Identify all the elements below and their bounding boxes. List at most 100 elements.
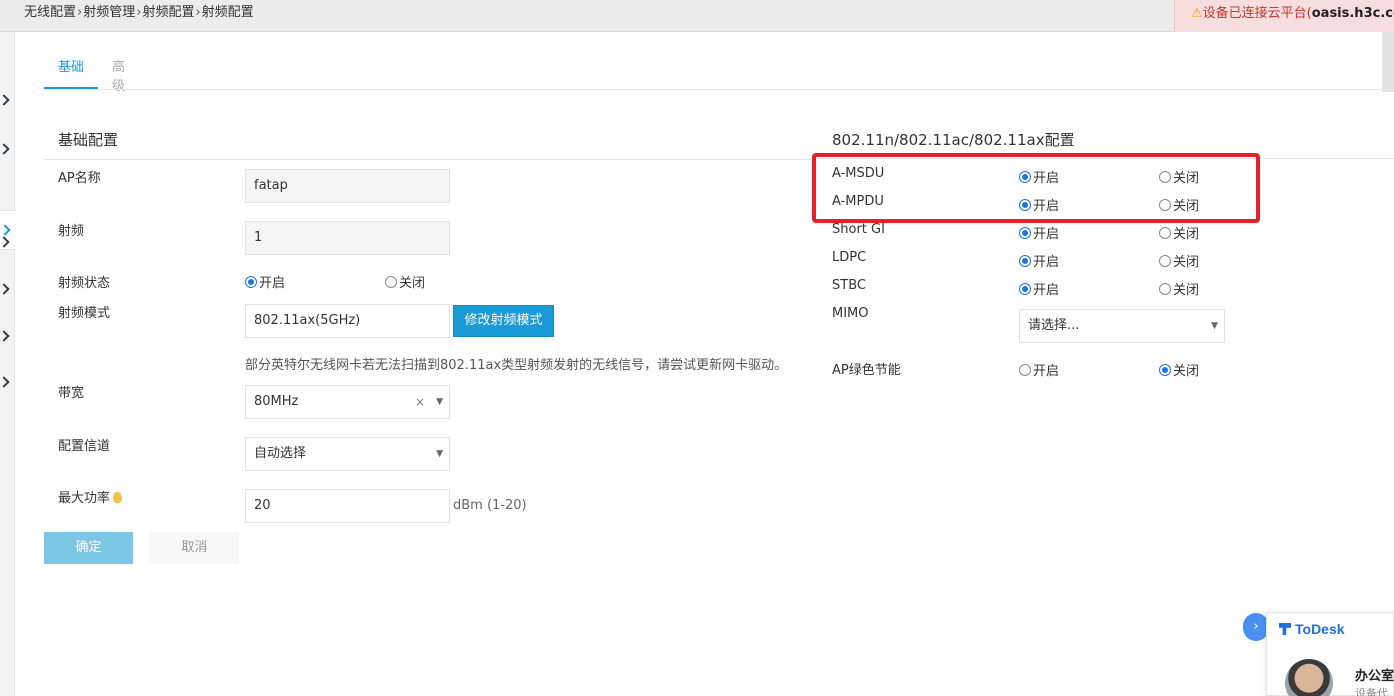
section-title-n: 802.11n/802.11ac/802.11ax配置 <box>832 131 1075 149</box>
radio-checked-icon[interactable] <box>1159 363 1171 376</box>
radio-unchecked-icon[interactable] <box>1159 282 1171 295</box>
max-power-label: 最大功率 <box>58 487 123 506</box>
tabs-divider <box>44 89 1394 90</box>
radio-checked-icon[interactable] <box>1019 254 1031 267</box>
breadcrumb-separator-icon: › <box>136 5 142 20</box>
breadcrumb-item-current: 射频配置 <box>201 5 254 20</box>
channel-select[interactable]: 自动选择 ▼ <box>245 437 450 471</box>
ldpc-off[interactable]: 关闭 <box>1159 251 1199 270</box>
breadcrumb-separator-icon: › <box>195 5 201 20</box>
off-label: 关闭 <box>1173 255 1200 270</box>
max-power-label-text: 最大功率 <box>58 491 111 506</box>
off-label: 关闭 <box>1173 364 1200 379</box>
short-gi-label: Short GI <box>832 222 885 237</box>
chevron-right-icon[interactable] <box>0 94 10 106</box>
radio-unchecked-icon[interactable] <box>1159 254 1171 267</box>
bandwidth-label: 带宽 <box>58 386 85 401</box>
chevron-right-icon[interactable] <box>0 143 10 155</box>
breadcrumb-item[interactable]: 射频管理 <box>83 5 135 20</box>
unit-label: dBm <box>453 498 483 513</box>
green-label: AP绿色节能 <box>832 363 901 378</box>
section-divider <box>44 159 814 160</box>
radio-status-label: 射频状态 <box>58 276 111 291</box>
on-label: 开启 <box>1033 283 1060 298</box>
ap-name-label: AP名称 <box>58 171 101 186</box>
chevron-right-icon <box>0 224 11 236</box>
off-label: 关闭 <box>1173 227 1200 242</box>
stbc-off[interactable]: 关闭 <box>1159 279 1199 298</box>
max-power-unit: dBm (1-20) <box>453 498 527 513</box>
todesk-logo: ToDesk <box>1279 621 1345 637</box>
green-off[interactable]: 关闭 <box>1159 360 1199 379</box>
cancel-button[interactable]: 取消 <box>150 532 239 564</box>
ap-name-field[interactable]: fatap <box>245 169 450 203</box>
caret-down-icon: ▼ <box>436 449 443 459</box>
tab-advanced[interactable]: 高级 <box>112 56 125 106</box>
bandwidth-value: 80MHz <box>254 394 299 409</box>
clear-icon[interactable]: × <box>415 386 425 418</box>
driver-hint: 部分英特尔无线网卡若无法扫描到802.11ax类型射频发射的无线信号，请尝试更新… <box>245 358 788 373</box>
breadcrumb-item[interactable]: 射频配置 <box>142 5 194 20</box>
lightbulb-icon[interactable] <box>113 492 123 503</box>
max-power-input[interactable]: 20 <box>245 489 450 523</box>
confirm-button[interactable]: 确定 <box>44 532 133 564</box>
on-label: 开启 <box>1033 255 1060 270</box>
radio-mode-field: 802.11ax(5GHz) <box>245 304 450 338</box>
breadcrumb-separator-icon: › <box>77 5 83 20</box>
breadcrumb-item[interactable]: 无线配置 <box>24 5 76 20</box>
todesk-title: 办公室 <box>1355 669 1394 684</box>
radio-status-on-label: 开启 <box>259 276 286 291</box>
todesk-subtitle: 设备代 <box>1355 687 1388 696</box>
stbc-label: STBC <box>832 278 866 293</box>
breadcrumb: 无线配置›射频管理›射频配置›射频配置 <box>24 1 254 20</box>
todesk-logo-icon <box>1279 623 1291 635</box>
mimo-select[interactable]: 请选择... ▼ <box>1019 309 1225 343</box>
caret-down-icon: ▼ <box>1211 321 1218 331</box>
radio-unchecked-icon[interactable] <box>1019 363 1031 376</box>
radio-status-off-label: 关闭 <box>399 276 426 291</box>
scrollbar[interactable] <box>1382 32 1394 92</box>
todesk-brand: ToDesk <box>1295 621 1345 637</box>
on-label: 开启 <box>1033 364 1060 379</box>
ldpc-label: LDPC <box>832 250 867 265</box>
radio-checked-icon[interactable] <box>1019 282 1031 295</box>
short-gi-off[interactable]: 关闭 <box>1159 223 1199 242</box>
green-on[interactable]: 开启 <box>1019 360 1059 379</box>
off-label: 关闭 <box>1173 283 1200 298</box>
radio-checked-icon[interactable] <box>1019 226 1031 239</box>
bandwidth-select[interactable]: 80MHz × ▼ <box>245 385 450 419</box>
on-label: 开启 <box>1033 227 1060 242</box>
warning-icon: ⚠ <box>1191 6 1203 21</box>
todesk-panel: ToDesk 办公室 设备代 <box>1266 612 1394 696</box>
modify-radio-mode-button[interactable]: 修改射频模式 <box>453 305 554 337</box>
cloud-host[interactable]: oasis.h3c.com <box>1312 6 1394 21</box>
mimo-placeholder: 请选择... <box>1028 318 1080 333</box>
red-highlight-annotation <box>812 153 1260 223</box>
top-bar: 无线配置›射频管理›射频配置›射频配置 ⚠设备已连接云平台(oasis.h3c.… <box>0 0 1394 32</box>
cloud-status-banner: ⚠设备已连接云平台(oasis.h3c.com <box>1174 0 1394 32</box>
radio-unchecked-icon[interactable] <box>385 275 397 288</box>
stbc-on[interactable]: 开启 <box>1019 279 1059 298</box>
radio-status-off[interactable]: 关闭 <box>385 272 425 291</box>
radio-unchecked-icon[interactable] <box>1159 226 1171 239</box>
radio-label: 射频 <box>58 224 85 239</box>
radio-status-on[interactable]: 开启 <box>245 272 285 291</box>
channel-value: 自动选择 <box>254 446 307 461</box>
radio-mode-label: 射频模式 <box>58 306 111 321</box>
mimo-label: MIMO <box>832 306 869 321</box>
cloud-status-text: 设备已连接云平台( <box>1202 6 1312 21</box>
caret-down-icon: ▼ <box>436 397 443 407</box>
section-title-basic: 基础配置 <box>58 131 119 149</box>
chevron-right-icon[interactable] <box>0 330 10 342</box>
radio-field[interactable]: 1 <box>245 221 450 255</box>
short-gi-on[interactable]: 开启 <box>1019 223 1059 242</box>
left-nav-rail <box>0 32 16 696</box>
tab-basic[interactable]: 基础 <box>44 56 98 90</box>
radio-checked-icon[interactable] <box>245 275 257 288</box>
channel-label: 配置信道 <box>58 439 111 454</box>
ldpc-on[interactable]: 开启 <box>1019 251 1059 270</box>
range-label: (1-20) <box>486 498 527 513</box>
avatar <box>1285 659 1333 696</box>
chevron-right-icon[interactable] <box>0 376 10 388</box>
chevron-right-icon[interactable] <box>0 283 10 295</box>
